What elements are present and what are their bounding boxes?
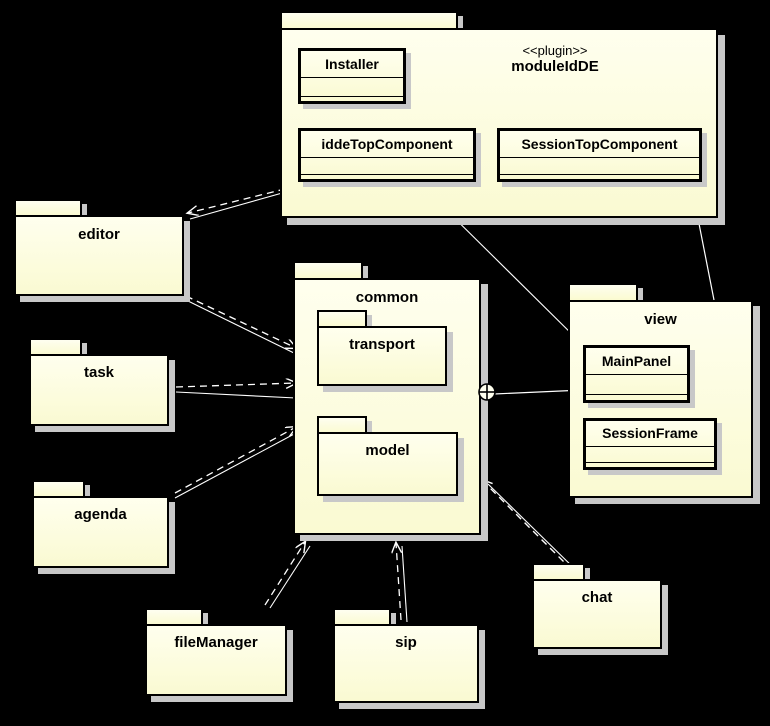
- edge-sip-to-common: [396, 543, 408, 623]
- containment-circle-plus-icon: [477, 382, 497, 407]
- package-tab: [145, 608, 203, 625]
- edge-filemanager-to-common: [264, 542, 311, 609]
- package-name-label: sip: [395, 634, 417, 651]
- package-name-label: moduleIdDE: [511, 58, 599, 75]
- uml-package-diagram: <<plugin>> moduleIdDE Installer iddeTopC…: [0, 0, 770, 726]
- class-operations-compartment: [586, 463, 714, 467]
- package-tab: [333, 608, 391, 625]
- class-name-label: MainPanel: [586, 348, 687, 375]
- edge-agenda-to-common: [174, 427, 296, 499]
- class-attributes-compartment: [301, 78, 403, 97]
- edge-task-to-common: [175, 383, 296, 399]
- package-tab: [29, 338, 82, 355]
- stereotype-text: <<plugin>>: [522, 43, 588, 58]
- class-operations-compartment: [301, 97, 403, 102]
- class-attributes-compartment: [586, 447, 714, 463]
- package-name-label: chat: [581, 589, 613, 606]
- class-body: SessionTopComponent: [497, 128, 702, 182]
- package-name-label: agenda: [74, 506, 127, 523]
- edge-chat-to-common: [482, 480, 579, 573]
- class-body: MainPanel: [583, 345, 690, 403]
- edge-editor-to-common: [185, 295, 296, 355]
- plugin-stereotype-header: <<plugin>> moduleIdDE: [460, 43, 650, 75]
- package-name-label: model: [365, 442, 410, 459]
- class-name-label: SessionFrame: [586, 421, 714, 447]
- package-tab: [32, 480, 85, 497]
- class-name-label: iddeTopComponent: [301, 131, 473, 158]
- package-tab: [280, 11, 458, 29]
- package-tab: [532, 563, 585, 580]
- package-name-label: editor: [78, 226, 120, 243]
- package-tab: [568, 283, 638, 300]
- class-attributes-compartment: [301, 158, 473, 175]
- package-name-label: transport: [349, 336, 415, 353]
- package-body: [317, 326, 447, 386]
- class-attributes-compartment: [586, 375, 687, 395]
- package-tab: [293, 261, 363, 278]
- class-body: SessionFrame: [583, 418, 717, 470]
- class-body: Installer: [298, 48, 406, 104]
- package-tab: [317, 416, 367, 433]
- class-operations-compartment: [301, 175, 473, 179]
- class-operations-compartment: [500, 175, 699, 179]
- package-name-label: task: [83, 364, 115, 381]
- package-name-label: fileManager: [174, 634, 258, 651]
- package-tab: [14, 199, 82, 216]
- class-operations-compartment: [586, 395, 687, 400]
- package-tab: [317, 310, 367, 327]
- class-name-label: SessionTopComponent: [500, 131, 699, 158]
- package-name-label: common: [355, 289, 419, 306]
- class-name-label: Installer: [301, 51, 403, 78]
- package-name-label: view: [644, 311, 677, 328]
- class-attributes-compartment: [500, 158, 699, 175]
- class-body: iddeTopComponent: [298, 128, 476, 182]
